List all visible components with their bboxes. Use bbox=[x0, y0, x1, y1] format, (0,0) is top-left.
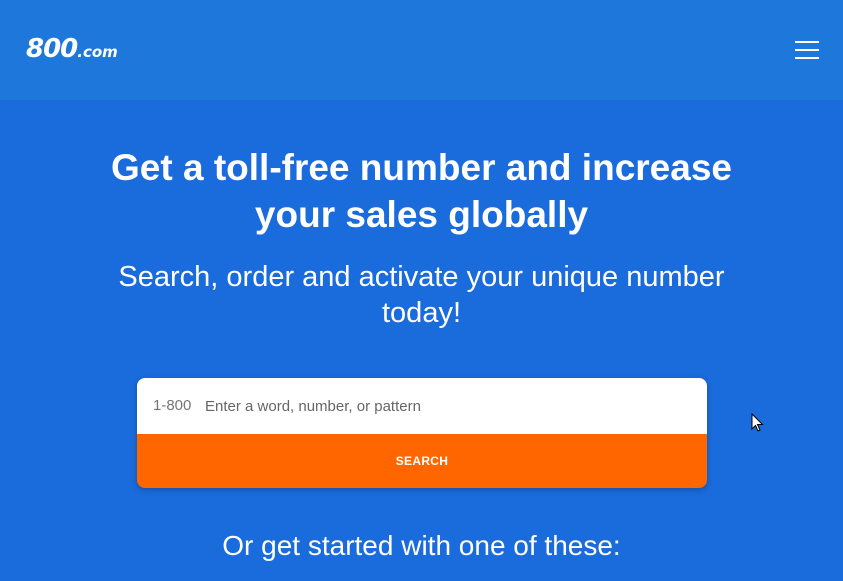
site-header: 800.com bbox=[0, 0, 843, 100]
search-row: 1-800 bbox=[137, 378, 707, 434]
page-subheadline: Search, order and activate your unique n… bbox=[118, 261, 725, 329]
mouse-pointer-icon bbox=[751, 413, 764, 432]
hamburger-menu-icon[interactable] bbox=[795, 41, 819, 59]
menu-line bbox=[795, 57, 819, 59]
logo-main: 800 bbox=[26, 34, 78, 64]
menu-line bbox=[795, 41, 819, 43]
menu-line bbox=[795, 49, 819, 51]
number-search-input[interactable] bbox=[205, 388, 695, 424]
page-headline: Get a toll-free number and increase your… bbox=[111, 147, 732, 235]
number-search-form: 1-800 SEARCH bbox=[137, 378, 707, 488]
logo-suffix: .com bbox=[77, 43, 118, 61]
search-button[interactable]: SEARCH bbox=[137, 434, 707, 488]
get-started-prompt: Or get started with one of these: bbox=[222, 530, 621, 561]
number-prefix: 1-800 bbox=[153, 397, 192, 414]
site-logo[interactable]: 800.com bbox=[26, 36, 118, 62]
